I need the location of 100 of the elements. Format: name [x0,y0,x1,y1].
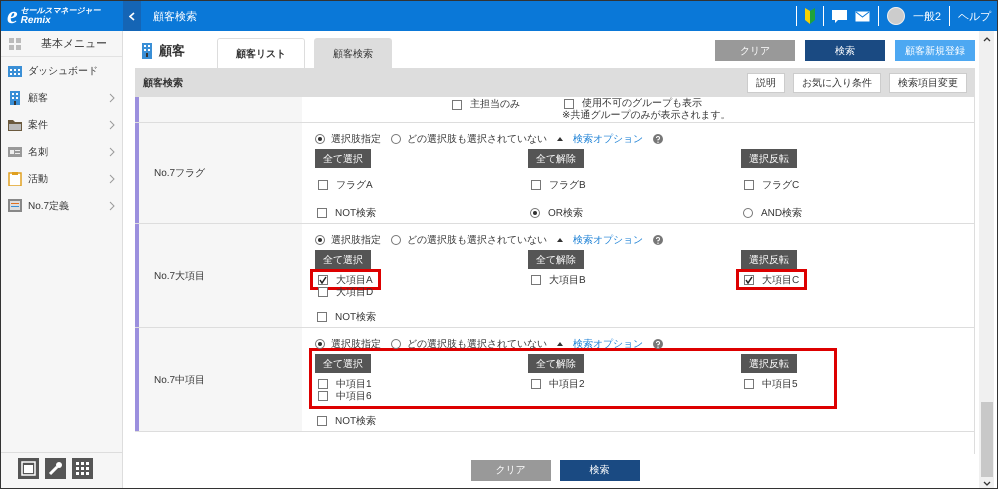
option-label: 中項目6 [336,390,372,402]
checkbox[interactable] [531,378,541,388]
option-label: 使用不可のグループも表示 [582,98,702,110]
logo-mark: e [7,4,18,28]
sidebar-item[interactable]: 活動 [1,165,122,192]
scrollbar-thumb[interactable] [980,402,992,477]
note-text: ※共通グループのみが表示されます。 [562,110,730,122]
option-label: 大項目C [762,274,800,286]
sidebar-item[interactable]: 案件 [1,111,122,138]
search-button[interactable]: 検索 [805,40,885,61]
checkbox[interactable] [744,378,754,388]
toolbar-button[interactable]: 説明 [747,72,785,92]
checkbox[interactable] [531,180,541,190]
checkbox[interactable] [317,312,327,322]
chat-icon[interactable] [832,10,847,22]
radio-button[interactable] [391,339,401,349]
select-button[interactable]: 全て解除 [528,354,584,373]
radio-button[interactable] [391,134,401,144]
option-label: 中項目1 [336,378,372,390]
apps-button[interactable] [72,458,93,479]
help-icon [653,339,663,349]
field-label: No.7大項目 [154,270,206,282]
select-button[interactable]: 全て解除 [528,250,584,269]
checkbox[interactable] [318,390,328,400]
select-button[interactable]: 全て解除 [528,149,584,168]
chevron-right-icon [109,174,115,184]
radio-label: どの選択肢も選択されていない [407,338,547,351]
option-label: NOT検索 [335,206,376,220]
chevron-right-icon [109,92,115,102]
wrench-icon [48,461,63,476]
chevron-right-icon [109,146,115,156]
option-label: フラグA [336,179,373,192]
toolbar-button[interactable]: 検索項目変更 [889,72,967,92]
beginner-mark-icon[interactable] [804,8,815,24]
building-icon [140,43,154,59]
checkmark-icon [745,276,753,284]
radio-button[interactable] [743,208,753,218]
tab[interactable]: 顧客リスト [217,38,305,68]
radio-button[interactable] [315,339,325,349]
option-label: NOT検索 [335,310,376,324]
sidebar-item[interactable]: 顧客 [1,84,122,111]
radio-button[interactable] [530,208,540,218]
panel-title: 顧客検索 [143,76,184,90]
user-avatar[interactable] [886,7,905,25]
help-link[interactable]: ヘルプ [958,8,991,24]
select-button[interactable]: 全て選択 [315,149,371,168]
tools-button[interactable] [45,458,66,479]
select-button[interactable]: 選択反転 [741,354,797,373]
option-label: 大項目B [549,274,586,286]
checkbox[interactable] [452,100,462,110]
sidebar-item[interactable]: No.7定義 [1,192,122,219]
help-icon [653,235,663,245]
document-icon [8,198,22,212]
checkbox[interactable] [318,274,328,284]
section-title: 顧客 [159,42,185,60]
radio-button[interactable] [315,235,325,245]
sidebar-item[interactable]: ダッシュボード [1,57,122,84]
chevron-down-icon [982,481,990,486]
select-button[interactable]: 全て選択 [315,354,371,373]
radio-label: どの選択肢も選択されていない [407,132,547,146]
checkbox[interactable] [531,274,541,284]
collapse-button[interactable] [123,1,141,31]
toolbar-button[interactable]: お気に入り条件 [793,72,881,92]
user-name[interactable]: 一般2 [912,8,941,24]
window-icon [21,461,36,476]
checkbox[interactable] [318,378,328,388]
menu-heading[interactable]: 基本メニュー [1,31,122,57]
radio-button[interactable] [315,134,325,144]
help-icon [653,134,663,144]
search-button[interactable]: 検索 [560,460,640,480]
mail-icon[interactable] [854,10,870,22]
sidebar-item[interactable]: 名刺 [1,138,122,165]
option-label: NOT検索 [335,414,376,428]
checkbox[interactable] [744,274,754,284]
checkbox[interactable] [318,286,328,296]
radio-button[interactable] [391,235,401,245]
window-button[interactable] [18,458,39,479]
checkbox[interactable] [744,180,754,190]
checkbox[interactable] [317,416,327,426]
chevron-right-icon [109,120,115,130]
option-label: フラグC [762,179,800,192]
select-button[interactable]: 選択反転 [741,149,797,168]
search-options-link[interactable]: 検索オプション [573,132,643,146]
search-options-link[interactable]: 検索オプション [573,233,643,247]
checkbox[interactable] [318,180,328,190]
checkbox[interactable] [564,98,574,108]
option-label: 中項目5 [762,378,798,390]
field-label: No.7中項目 [154,374,206,386]
caret-up-icon [557,342,563,346]
checkbox[interactable] [317,208,327,218]
radio-label: 選択肢指定 [331,234,381,247]
search-options-link[interactable]: 検索オプション [573,337,643,351]
select-button[interactable]: 選択反転 [741,250,797,269]
page-title: 顧客検索 [153,10,198,24]
tab[interactable]: 顧客検索 [314,38,392,68]
scrollbar[interactable] [979,31,994,488]
option-label: 主担当のみ [470,98,520,110]
option-label: 大項目D [336,286,374,298]
select-button[interactable]: 全て選択 [315,250,371,269]
building-icon [8,90,22,104]
